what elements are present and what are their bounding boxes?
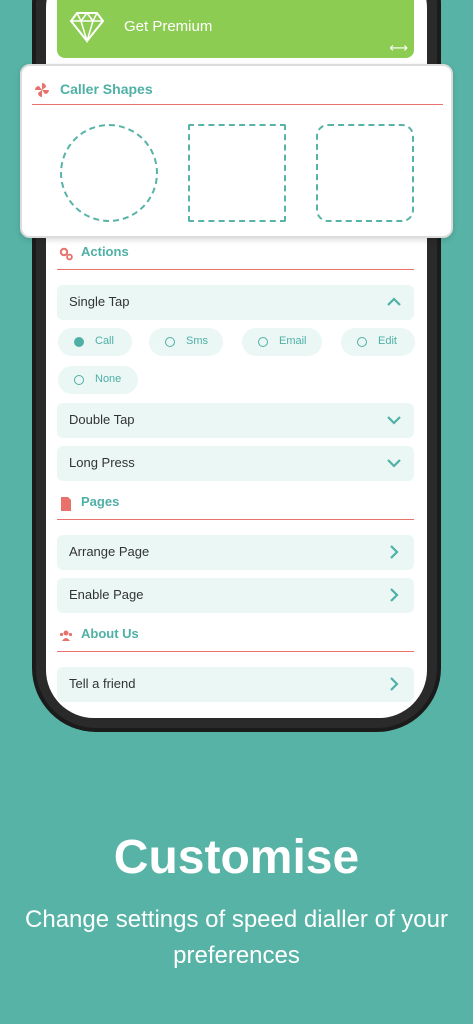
single-tap-label: Single Tap [69, 294, 130, 309]
double-tap-row[interactable]: Double Tap [57, 403, 414, 438]
radio-icon [74, 375, 84, 385]
about-us-header: About Us [57, 624, 414, 652]
pinwheel-icon [35, 83, 49, 97]
enable-page-row[interactable]: Enable Page [57, 578, 414, 613]
option-edit-label: Edit [378, 335, 397, 347]
single-tap-row[interactable]: Single Tap [57, 285, 414, 320]
tell-a-friend-label: Tell a friend [69, 676, 136, 691]
option-email-label: Email [279, 335, 307, 347]
caller-shapes-card: Caller Shapes [20, 64, 453, 238]
radio-icon [165, 337, 175, 347]
long-press-label: Long Press [69, 455, 135, 470]
option-none[interactable]: None [58, 366, 138, 394]
option-call[interactable]: Call [58, 328, 132, 356]
chevron-down-icon [387, 459, 401, 468]
radio-icon [258, 337, 268, 347]
square-shape[interactable] [188, 124, 286, 222]
pages-title: Pages [81, 494, 120, 509]
circle-shape[interactable] [60, 124, 158, 222]
caller-shapes-header: Caller Shapes [32, 78, 443, 105]
rounded-square-shape[interactable] [316, 124, 414, 222]
chevron-right-icon [390, 677, 399, 691]
option-edit[interactable]: Edit [341, 328, 415, 356]
promo-subtitle: Change settings of speed dialler of your… [25, 906, 448, 969]
option-call-label: Call [95, 335, 114, 347]
diamond-icon [69, 11, 105, 43]
gears-icon [59, 247, 73, 261]
option-sms[interactable]: Sms [149, 328, 223, 356]
enable-page-label: Enable Page [69, 587, 144, 602]
chevron-up-icon [387, 297, 401, 306]
chevron-down-icon [387, 416, 401, 425]
arrange-page-label: Arrange Page [69, 544, 150, 559]
get-premium-label: Get Premium [124, 18, 213, 35]
option-none-label: None [95, 373, 122, 385]
actions-header: Actions [57, 242, 414, 270]
tell-a-friend-row[interactable]: Tell a friend [57, 667, 414, 702]
radio-icon [357, 337, 367, 347]
chevron-right-icon [390, 545, 399, 559]
radio-selected-icon [74, 337, 84, 347]
caller-shapes-title: Caller Shapes [60, 81, 153, 97]
get-premium-button[interactable]: Get Premium ⟷ [57, 0, 414, 58]
actions-title: Actions [81, 244, 129, 259]
chevron-right-icon [390, 588, 399, 602]
double-tap-label: Double Tap [69, 412, 135, 427]
about-us-title: About Us [81, 626, 139, 641]
option-sms-label: Sms [186, 335, 208, 347]
expand-arrow-icon: ⟷ [389, 40, 408, 55]
users-icon [59, 630, 73, 641]
option-email[interactable]: Email [242, 328, 322, 356]
arrange-page-row[interactable]: Arrange Page [57, 535, 414, 570]
promo-title: Customise [113, 831, 360, 884]
long-press-row[interactable]: Long Press [57, 446, 414, 481]
document-icon [61, 497, 71, 511]
pages-header: Pages [57, 492, 414, 520]
